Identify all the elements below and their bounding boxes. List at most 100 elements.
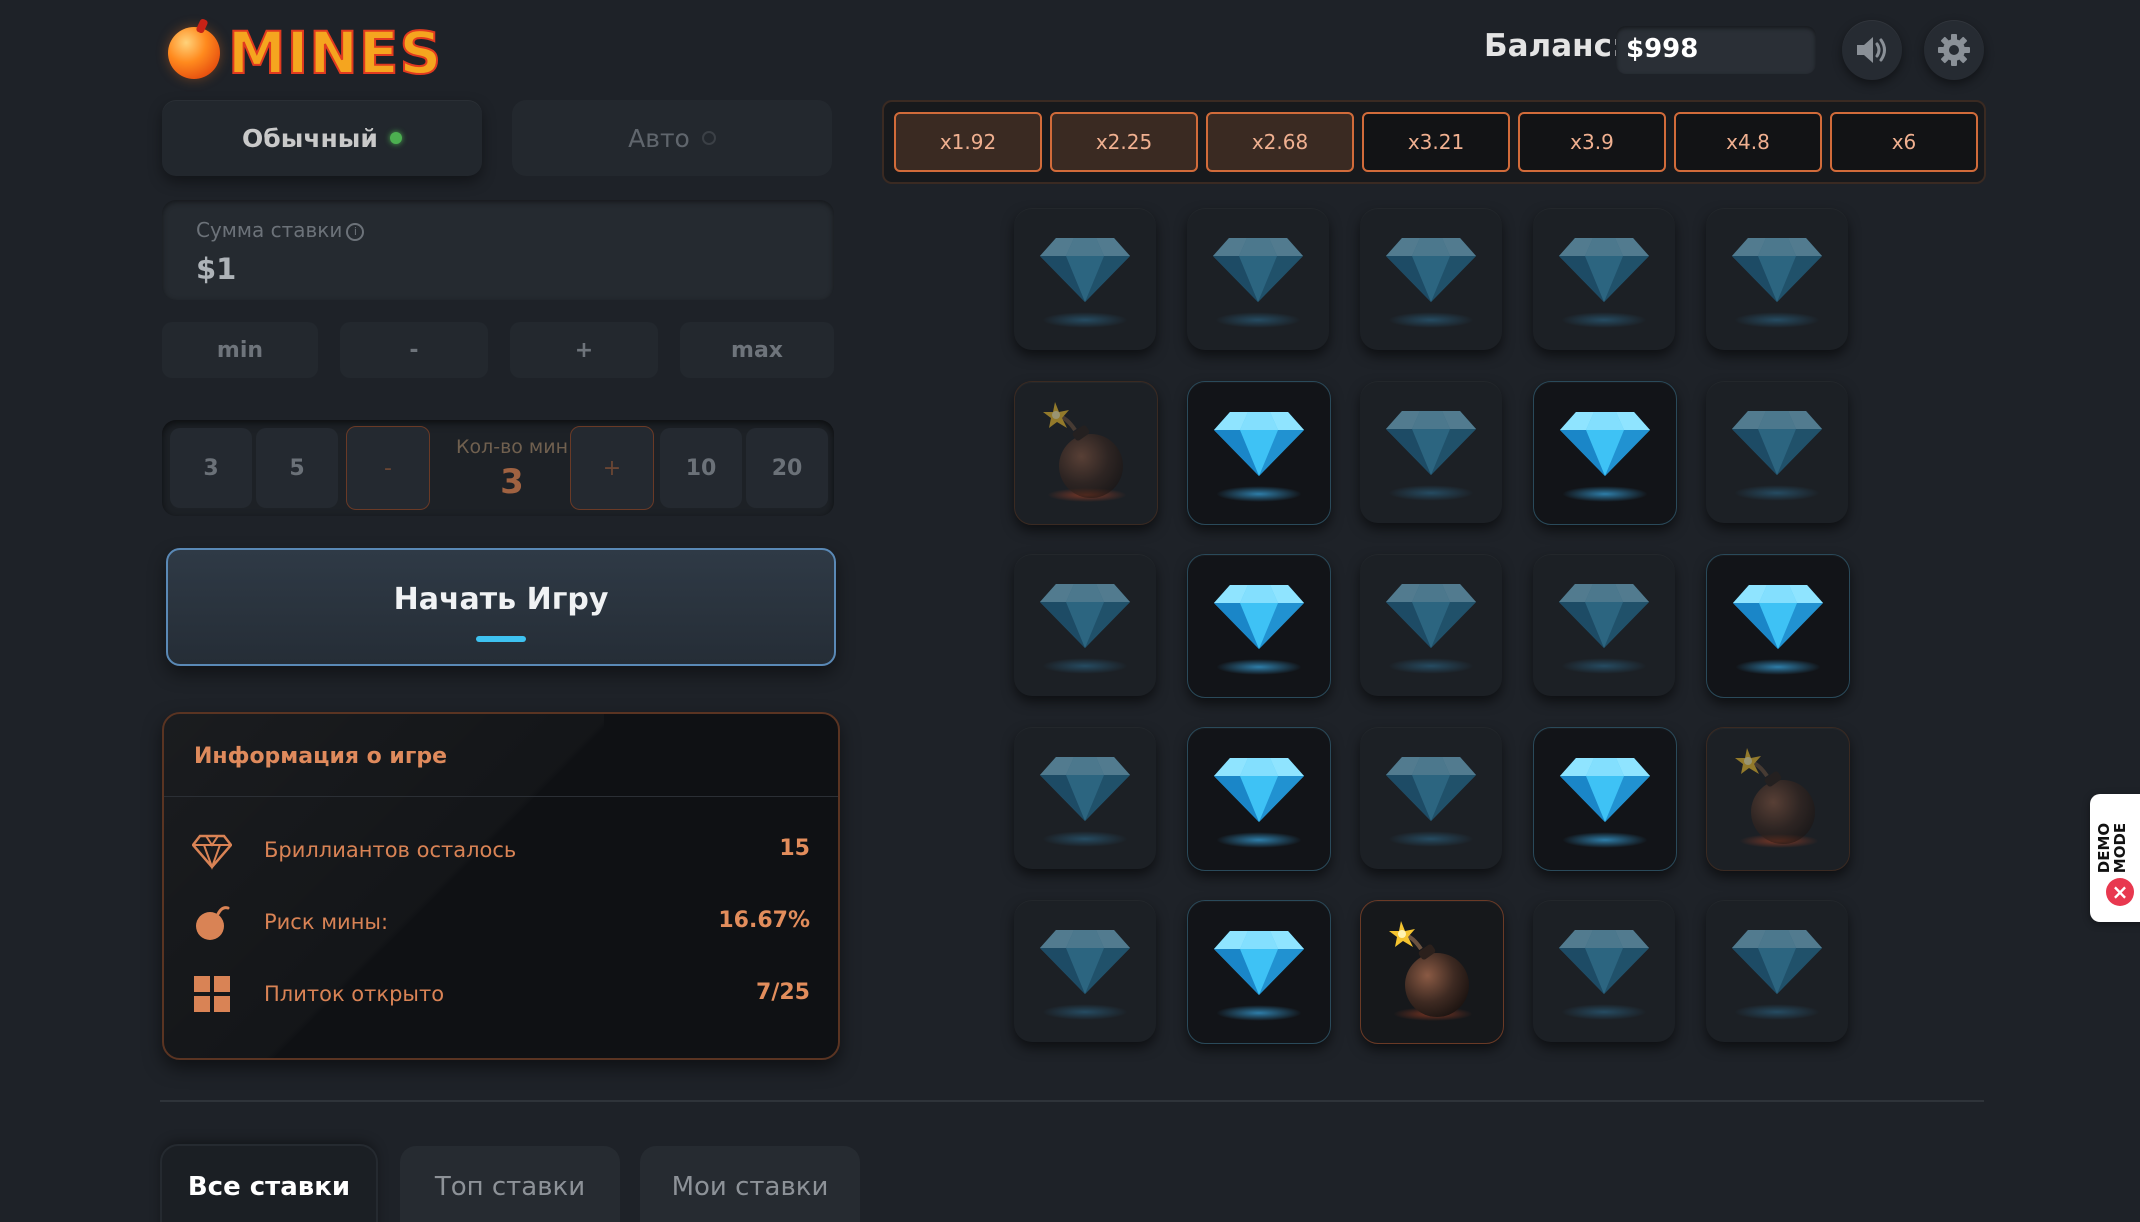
start-game-button[interactable]: Начать Игру [166,548,836,666]
tab-all-bets[interactable]: Все ставки [162,1146,376,1222]
diamond-icon [1214,585,1304,649]
tab-top-bets[interactable]: Топ ставки [400,1146,620,1222]
tile-diamond-revealed[interactable] [1533,727,1677,871]
tile-diamond[interactable] [1360,381,1502,523]
tile-diamond[interactable] [1706,208,1848,350]
sound-button[interactable] [1842,20,1902,80]
mines-decrease-button[interactable]: - [346,426,430,510]
bet-min-button[interactable]: min [162,322,318,378]
mines-increase-button[interactable]: + [570,426,654,510]
bomb-icon [1043,402,1123,498]
tile-glow [1042,312,1128,328]
bomb-icon [1735,748,1815,844]
tile-diamond-revealed[interactable] [1187,727,1331,871]
logo-text: MINES [227,18,443,88]
tile-diamond[interactable] [1014,208,1156,350]
tile-bomb-hit[interactable] [1360,900,1504,1044]
tile-glow [1042,1004,1128,1020]
diamond-icon [1040,930,1130,994]
mines-option-5[interactable]: 5 [256,428,338,508]
tile-diamond-revealed[interactable] [1187,554,1331,698]
diamond-icon [1040,584,1130,648]
info-icon[interactable]: i [346,223,365,241]
bet-amount-input[interactable]: Сумма ставки i $1 [162,200,834,300]
tile-glow [1734,485,1820,501]
tile-diamond-revealed[interactable] [1533,381,1677,525]
tile-diamond[interactable] [1187,208,1329,350]
tile-glow [1216,486,1302,502]
diamond-icon [1733,585,1823,649]
tile-diamond[interactable] [1014,900,1156,1042]
diamond-icon [1732,411,1822,475]
diamond-icon [1732,238,1822,302]
tile-diamond-revealed[interactable] [1187,900,1331,1044]
tile-bomb[interactable] [1014,381,1158,525]
info-row-diamonds: Бриллиантов осталось 15 [164,824,838,874]
diamond-icon [1213,238,1303,302]
tile-bomb[interactable] [1706,727,1850,871]
info-divider [164,796,838,797]
tile-glow [1562,832,1648,848]
multiplier-chip: x2.25 [1050,112,1198,172]
start-game-label: Начать Игру [393,582,609,617]
demo-close-icon[interactable]: × [2106,878,2134,906]
tile-glow [1388,658,1474,674]
tile-diamond[interactable] [1533,208,1675,350]
multiplier-chip: x3.21 [1362,112,1510,172]
multiplier-strip: x1.92 x2.25 x2.68 x3.21 x3.9 x4.8 x6 [882,100,1986,184]
mode-tab-manual[interactable]: Обычный [162,100,482,176]
tile-diamond[interactable] [1014,554,1156,696]
tile-diamond[interactable] [1706,900,1848,1042]
mode-tab-auto[interactable]: Авто [512,100,832,176]
info-row-label: Плиток открыто [264,982,445,1006]
info-row-tiles-opened: Плиток открыто 7/25 [164,968,838,1018]
tile-glow [1388,312,1474,328]
tile-glow [1216,1005,1302,1021]
diamond-icon [1560,758,1650,822]
bet-decrease-button[interactable]: - [340,322,488,378]
demo-mode-line2: MODE [2111,822,2129,874]
tile-diamond[interactable] [1360,727,1502,869]
mines-option-3[interactable]: 3 [170,428,252,508]
diamond-icon [1386,584,1476,648]
bet-increase-button[interactable]: + [510,322,658,378]
bomb-icon [196,906,230,940]
bet-max-button[interactable]: max [680,322,834,378]
bet-amount-label-wrap: Сумма ставки i [196,218,365,242]
tab-my-bets[interactable]: Мои ставки [640,1146,860,1222]
section-divider [160,1100,1984,1102]
tile-diamond[interactable] [1533,900,1675,1042]
bomb-icon [1389,921,1469,1017]
mode-tab-auto-label: Авто [628,123,690,153]
tile-diamond-revealed[interactable] [1706,554,1850,698]
tile-diamond[interactable] [1360,208,1502,350]
mines-game-page: MINES Баланс: $998 Обычный Авто Сумма ст… [0,0,2140,1222]
tile-glow [1216,659,1302,675]
diamond-icon [1040,238,1130,302]
tile-diamond-revealed[interactable] [1187,381,1331,525]
mines-logo: MINES [168,18,442,88]
tile-diamond[interactable] [1360,554,1502,696]
info-row-label: Бриллиантов осталось [264,838,517,862]
grid-icon [194,976,230,1012]
mines-option-20[interactable]: 20 [746,428,828,508]
tile-glow [1561,1004,1647,1020]
info-row-label: Риск мины: [264,910,389,934]
demo-mode-badge: DEMO MODE × [2090,794,2140,922]
active-dot-icon [389,132,402,144]
tile-glow [1562,486,1648,502]
diamond-icon [1040,757,1130,821]
balance-display: $998 [1616,26,1816,74]
tile-diamond[interactable] [1533,554,1675,696]
tile-glow [1561,658,1647,674]
mode-tab-manual-label: Обычный [242,123,378,153]
game-info-title: Информация о игре [194,744,447,769]
settings-button[interactable] [1924,20,1984,80]
balance-value: $998 [1626,34,1699,64]
tile-diamond[interactable] [1706,381,1848,523]
info-row-mine-risk: Риск мины: 16.67% [164,896,838,946]
mines-option-10[interactable]: 10 [660,428,742,508]
mines-count-value: 3 [500,462,524,502]
tile-diamond[interactable] [1014,727,1156,869]
diamond-icon [1214,931,1304,995]
